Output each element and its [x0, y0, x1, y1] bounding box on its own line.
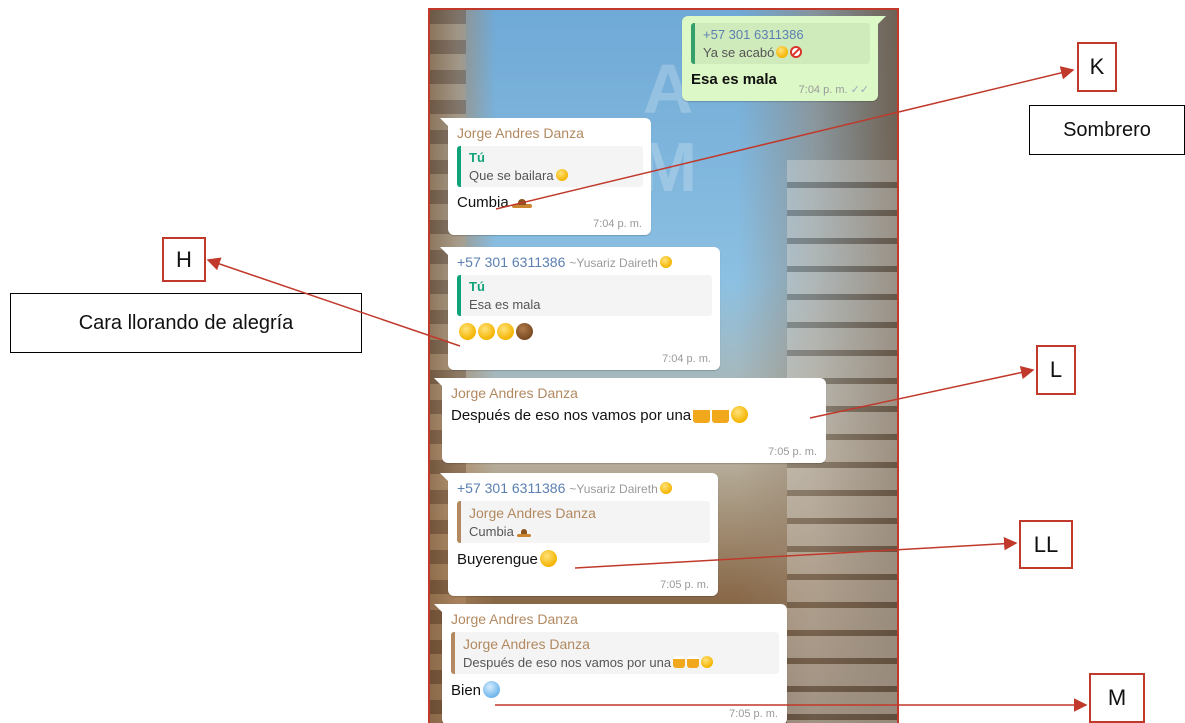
- sender-alias: ~Yusariz Daireth: [569, 256, 658, 270]
- relieved-face-emoji: [701, 656, 714, 668]
- message-time: 7:04 p. m.: [798, 84, 848, 96]
- beer-mug-emoji: [687, 656, 700, 668]
- grinning-sweat-emoji: [776, 46, 789, 58]
- quote-author: Jorge Andres Danza: [469, 505, 596, 521]
- message-time: 7:05 p. m.: [660, 579, 709, 591]
- sender-alias: ~Yusariz Daireth: [569, 482, 658, 496]
- sender-name: Jorge Andres Danza: [451, 385, 578, 401]
- message-incoming-5[interactable]: +57 301 6311386 ~Yusariz Daireth Jorge An…: [440, 473, 718, 596]
- tears-of-joy-emoji: [459, 323, 476, 340]
- caption-sombrero: Sombrero: [1029, 105, 1185, 155]
- label-l: L: [1036, 345, 1076, 395]
- message-text: Esa es mala: [691, 71, 777, 88]
- sender-name: +57 301 6311386: [457, 480, 566, 496]
- label-m: M: [1089, 673, 1145, 723]
- smiley-emoji: [659, 482, 672, 494]
- tears-of-joy-emoji: [478, 323, 495, 340]
- prohibited-emoji: [790, 46, 803, 58]
- sender-name: Jorge Andres Danza: [451, 611, 578, 627]
- message-incoming-2[interactable]: Jorge Andres Danza Tú Que se bailara Cum…: [440, 118, 651, 235]
- quote-text: Ya se acabó: [703, 45, 775, 60]
- label-k: K: [1077, 42, 1117, 92]
- quote-author: Jorge Andres Danza: [463, 636, 590, 652]
- hat-emoji: [516, 529, 531, 537]
- message-text: Buyerengue: [457, 551, 538, 568]
- beer-mug-emoji: [712, 406, 730, 423]
- quote-text: Que se bailara: [469, 168, 554, 183]
- quoted-message[interactable]: Jorge Andres Danza Cumbia: [457, 501, 710, 543]
- quote-author: Tú: [469, 150, 485, 165]
- cold-face-emoji: [483, 681, 501, 698]
- message-incoming-4[interactable]: Jorge Andres Danza Después de eso nos va…: [434, 378, 826, 463]
- read-ticks-icon: ✓✓: [850, 84, 869, 96]
- message-time: 7:05 p. m.: [768, 446, 817, 458]
- message-outgoing-1[interactable]: +57 301 6311386 Ya se acabó Esa es mala …: [682, 16, 886, 101]
- label-h: H: [162, 237, 206, 282]
- grinning-sweat-emoji: [497, 323, 514, 340]
- woozy-face-emoji: [539, 550, 557, 567]
- beer-mugs-emoji: [673, 656, 686, 668]
- wink-tongue-emoji: [555, 169, 568, 181]
- quoted-message[interactable]: +57 301 6311386 Ya se acabó: [691, 23, 870, 64]
- quoted-message[interactable]: Jorge Andres Danza Después de eso nos va…: [451, 632, 779, 674]
- beer-mugs-emoji: [693, 406, 711, 423]
- hat-emoji: [511, 198, 532, 208]
- message-time: 7:04 p. m.: [593, 218, 642, 230]
- message-incoming-6[interactable]: Jorge Andres Danza Jorge Andres Danza De…: [434, 604, 787, 723]
- sender-name: Jorge Andres Danza: [457, 125, 584, 141]
- person-facepalming-emoji: [516, 323, 533, 340]
- message-text: Bien: [451, 682, 482, 699]
- quote-author: +57 301 6311386: [703, 27, 804, 42]
- message-incoming-3[interactable]: +57 301 6311386 ~Yusariz Daireth Tú Esa e…: [440, 247, 720, 370]
- quote-text: Después de eso nos vamos por una: [463, 655, 672, 670]
- message-time: 7:04 p. m.: [662, 353, 711, 365]
- quote-text: Cumbia: [469, 524, 514, 539]
- relieved-face-emoji: [731, 406, 749, 423]
- quote-author: Tú: [469, 279, 485, 294]
- label-ll: LL: [1019, 520, 1073, 569]
- message-time: 7:05 p. m.: [729, 708, 778, 720]
- chat-screenshot: A M +57 301 6311386 Ya se acabó Esa es m…: [428, 8, 899, 723]
- message-text: Después de eso nos vamos por una: [451, 407, 692, 424]
- quoted-message[interactable]: Tú Esa es mala: [457, 275, 712, 316]
- caption-cara-llorando: Cara llorando de alegría: [10, 293, 362, 353]
- message-text: Cumbia: [457, 194, 509, 211]
- smiley-emoji: [659, 256, 672, 268]
- quote-text: Esa es mala: [469, 297, 541, 312]
- quoted-message[interactable]: Tú Que se bailara: [457, 146, 643, 187]
- sender-name: +57 301 6311386: [457, 254, 566, 270]
